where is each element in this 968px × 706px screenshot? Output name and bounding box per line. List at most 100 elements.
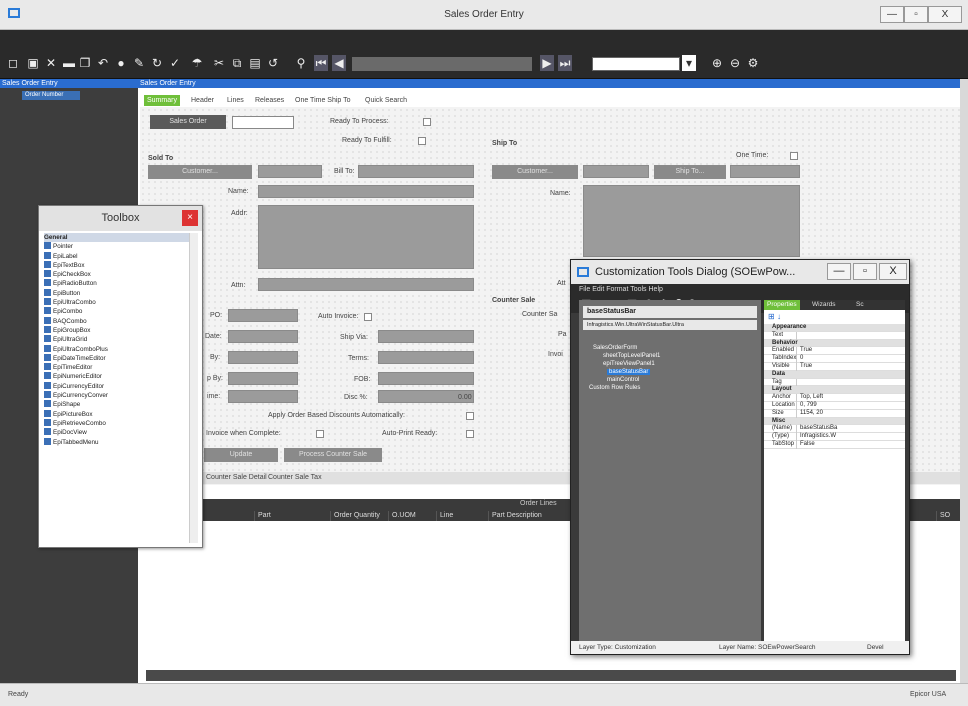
property-value[interactable]: baseStatusBa (797, 425, 837, 431)
auto-invoice-checkbox[interactable] (364, 313, 372, 321)
property-row[interactable]: (Name) baseStatusBa (764, 425, 905, 434)
search-field[interactable] (592, 57, 680, 71)
property-value[interactable]: False (797, 441, 815, 447)
attach-icon[interactable]: ✎ (132, 55, 146, 71)
devel-field[interactable]: Devel (867, 641, 884, 654)
toolbox-item[interactable]: EpiGroupBox (44, 325, 190, 335)
tab-wizards[interactable]: Wizards (812, 300, 835, 310)
property-value[interactable]: Infragistics.W (797, 433, 836, 439)
property-value[interactable]: True (797, 347, 812, 353)
toolbox-group-general[interactable]: General (44, 233, 190, 243)
attn-dropdown[interactable] (258, 278, 474, 291)
toolbox-item[interactable]: EpiTextBox (44, 260, 190, 270)
save-icon[interactable]: ▣ (26, 55, 40, 71)
delete-icon[interactable]: ✕ (44, 55, 58, 71)
toolbox-item[interactable]: BAQCombo (44, 316, 190, 326)
ship-customer-button[interactable]: Customer... (492, 165, 578, 179)
undo2-icon[interactable]: ↺ (266, 55, 280, 71)
ship-name-field[interactable] (583, 185, 800, 257)
ship-customer-field[interactable] (583, 165, 649, 178)
tree-node[interactable]: Custom Row Rules (585, 384, 761, 392)
dialog-close-button[interactable]: X (879, 263, 907, 280)
property-row[interactable]: Anchor Top, Left (764, 394, 905, 402)
property-value[interactable]: 0, 799 (797, 402, 817, 408)
toolbox-item[interactable]: EpiNumericEditor (44, 372, 190, 381)
grid-col-part[interactable]: Part (254, 511, 330, 521)
grid-col-part-description[interactable]: Part Description (488, 511, 568, 521)
toolbox-item[interactable]: EpiCombo (44, 307, 190, 316)
grid-col-so[interactable]: SO (936, 511, 960, 521)
toolbox-scrollbar[interactable] (189, 233, 198, 543)
dialog-minimize-button[interactable]: — (827, 263, 851, 280)
property-category[interactable]: Data (764, 370, 905, 379)
property-row[interactable]: (Type) Infragistics.W (764, 433, 905, 441)
toolbox-item[interactable]: EpiTimeEditor (44, 363, 190, 372)
property-row[interactable]: Location 0, 799 (764, 401, 905, 410)
tab-summary[interactable]: Summary (144, 95, 180, 106)
property-category[interactable]: Misc (764, 417, 905, 426)
horizontal-scrollbar[interactable] (146, 670, 956, 681)
ship-to-field[interactable] (730, 165, 800, 178)
close-button[interactable]: X (928, 6, 962, 23)
next-record-icon[interactable]: ▶ (540, 55, 554, 71)
toolbox-item[interactable]: Pointer (44, 242, 190, 251)
date-field[interactable] (228, 330, 298, 343)
property-category[interactable]: Behavior (764, 339, 905, 348)
property-row[interactable]: TabIndex 0 (764, 355, 905, 363)
ship-via-dropdown[interactable] (378, 330, 474, 343)
ready-to-fulfill-checkbox[interactable] (418, 137, 426, 145)
toolbox-close-button[interactable]: × (182, 210, 198, 226)
property-value[interactable] (797, 379, 800, 385)
toolbox-item[interactable]: EpiCurrencyConver (44, 391, 190, 400)
grid-col-ouom[interactable]: O.UOM (388, 511, 436, 521)
clear-icon[interactable]: ▬ (62, 55, 76, 71)
toolbox-item[interactable]: EpiButton (44, 288, 190, 298)
need-by-field[interactable] (228, 372, 298, 385)
categorized-sort-icon[interactable]: ⊞ (768, 312, 775, 321)
tree-node[interactable]: epiTreeViewPanel1 (585, 360, 761, 368)
tab-quick-search[interactable]: Quick Search (362, 95, 410, 106)
zoom-in-icon[interactable]: ⊕ (710, 55, 724, 71)
dialog-menu[interactable]: File Edit Format Tools Help (571, 284, 909, 295)
alphabetical-sort-icon[interactable]: ↓ (777, 312, 781, 321)
search-dropdown-icon[interactable]: ▾ (682, 55, 696, 71)
toolbox-item[interactable]: EpiPictureBox (44, 409, 190, 419)
sales-order-field[interactable] (232, 116, 294, 129)
prev-record-icon[interactable]: ◀ (332, 55, 346, 71)
bill-to-dropdown[interactable] (358, 165, 474, 178)
fob-dropdown[interactable] (378, 372, 474, 385)
new-icon[interactable]: ◻ (6, 55, 20, 71)
toolbox-item[interactable]: EpiUltraCombo (44, 298, 190, 307)
zoom-out-icon[interactable]: ⊖ (728, 55, 742, 71)
toolbox-item[interactable]: EpiUltraComboPlus (44, 344, 190, 354)
tab-header[interactable]: Header (188, 95, 217, 106)
paste-icon[interactable]: ▤ (248, 55, 262, 71)
toolbox-item[interactable]: EpiCurrencyEditor (44, 381, 190, 391)
copy2-icon[interactable]: ⧉ (230, 55, 244, 71)
binoculars-icon[interactable]: ⚲ (294, 55, 308, 71)
last-record-icon[interactable]: ⏭ (558, 55, 572, 71)
toolbox-item[interactable]: EpiTabbedMenu (44, 437, 190, 447)
ready-to-process-checkbox[interactable] (423, 118, 431, 126)
subtab-counter-tax[interactable]: Counter Sale Tax (268, 474, 322, 481)
property-value[interactable]: True (797, 363, 812, 369)
tab-one-time-ship-to[interactable]: One Time Ship To (292, 95, 354, 106)
toolbox-item[interactable]: EpiUltraGrid (44, 335, 190, 344)
toolbox-item[interactable]: EpiLabel (44, 251, 190, 261)
property-row[interactable]: Size 1154, 20 (764, 409, 905, 418)
tree-node[interactable]: mainControl (585, 376, 761, 384)
tree-node[interactable]: SalesOrderForm (585, 344, 761, 352)
ship-to-button[interactable]: Ship To... (654, 165, 726, 179)
tree-item-order-number[interactable]: Order Number (22, 91, 80, 100)
po-field[interactable] (228, 309, 298, 322)
grid-col-order-quantity[interactable]: Order Quantity (330, 511, 388, 521)
by-field[interactable] (228, 351, 298, 364)
property-value[interactable]: 0 (797, 355, 803, 361)
tab-releases[interactable]: Releases (252, 95, 287, 106)
first-record-icon[interactable]: ⏮ (314, 55, 328, 71)
one-time-checkbox[interactable] (790, 152, 798, 160)
property-row[interactable]: Tag (764, 378, 905, 387)
hat-icon[interactable]: ☂ (190, 55, 204, 71)
undo-icon[interactable]: ↶ (96, 55, 110, 71)
property-value[interactable]: 1154, 20 (797, 410, 823, 416)
